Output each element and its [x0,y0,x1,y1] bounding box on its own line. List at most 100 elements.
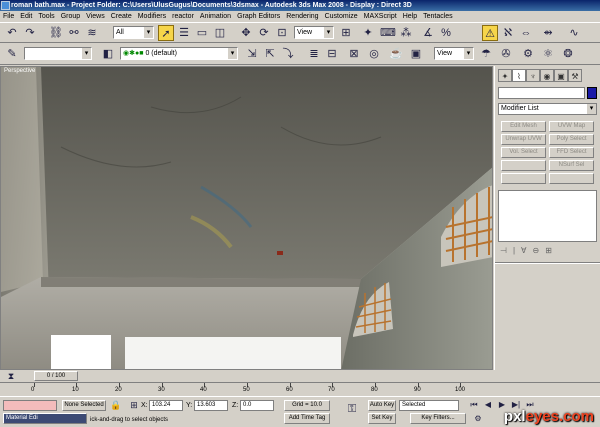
scale-icon[interactable]: ⊡ [274,25,290,41]
pin-stack-icon[interactable]: ⊣ [500,246,513,255]
menu-tools[interactable]: Tools [35,11,57,22]
modifier-stack[interactable] [498,190,597,242]
vol-select-button[interactable]: Vol. Select [501,147,546,158]
add-time-tag-button[interactable]: Add Time Tag [284,413,330,424]
menu-modifiers[interactable]: Modifiers [135,11,169,22]
spinner-snap-icon[interactable]: ⚠ [482,25,498,41]
configure-sets-icon[interactable]: ⊞ [545,246,558,255]
nsurf-sel-button[interactable]: NSurf Sel [549,160,594,171]
z-coordinate-field[interactable]: 0.0 [240,400,274,411]
redo-icon[interactable]: ↷ [22,25,38,41]
pivot-center-icon[interactable]: ⊞ [338,25,354,41]
absolute-mode-icon[interactable]: ⊞ [126,397,142,413]
menu-help[interactable]: Help [400,11,420,22]
remove-modifier-icon[interactable]: ⊖ [533,246,546,255]
quick-render-icon[interactable]: ☂ [478,46,494,62]
mirror-icon[interactable]: ⇔ [518,25,534,41]
graphite-icon-2[interactable]: ⊟ [324,46,340,62]
snap-toggle-icon[interactable]: ⁂ [398,25,414,41]
graphite-icon-1[interactable]: ≣ [306,46,322,62]
select-manipulate-icon[interactable]: ✦ [360,25,376,41]
abc-tool-icon[interactable]: ✎ [4,46,20,62]
named-selection-icon[interactable]: ℵ [500,25,516,41]
schematic-view-icon[interactable]: ⊠ [346,46,362,62]
material-editor-icon[interactable]: ◎ [366,46,382,62]
named-selection-dropdown[interactable] [24,47,92,60]
render-last-icon[interactable]: ✇ [498,46,514,62]
link-icon[interactable]: ⛓ [48,25,64,41]
key-filters-button[interactable]: Key Filters... [410,413,466,424]
select-object-icon[interactable]: ➚ [158,25,174,41]
angle-snap-icon[interactable]: ∡ [420,25,436,41]
window-crossing-icon[interactable]: ◫ [212,25,228,41]
timeline-track[interactable]: 0 10 20 30 40 50 60 70 80 90 100 [0,382,600,396]
select-in-layer-icon[interactable]: ⇱ [262,46,278,62]
display-tab-icon[interactable]: ▣ [554,69,568,82]
modifier-list-dropdown[interactable]: Modifier List [498,103,597,115]
material-editor-taskbar-tab[interactable]: Material Edi [3,413,87,424]
layer-manager-icon[interactable]: ◧ [100,46,116,62]
reference-coordinate-dropdown[interactable]: View [294,26,334,39]
modify-tab-icon[interactable]: ⌇ [512,69,526,82]
selection-filter-dropdown[interactable]: All [113,26,154,39]
x-coordinate-field[interactable]: 103.24 [149,400,183,411]
menu-edit[interactable]: Edit [17,11,35,22]
uvw-map-button[interactable]: UVW Map [549,121,594,132]
menu-create[interactable]: Create [108,11,135,22]
maxscript-listener-field[interactable] [3,400,57,411]
object-color-swatch[interactable] [587,87,597,99]
layer-dropdown[interactable]: ◉✱●■ 0 (default) [120,47,238,60]
percent-snap-icon[interactable]: % [438,25,454,41]
time-config-icon[interactable]: ⚙ [470,411,486,427]
menu-graph-editors[interactable]: Graph Editors [234,11,283,22]
menu-views[interactable]: Views [83,11,108,22]
keyboard-shortcut-icon[interactable]: ⌨ [380,25,396,41]
menu-group[interactable]: Group [58,11,83,22]
utilities-tab-icon[interactable]: ⚒ [568,69,582,82]
key-mode-dropdown[interactable]: Selected [399,400,459,411]
environment-icon[interactable]: ❂ [560,46,576,62]
menu-file[interactable]: File [0,11,17,22]
show-end-result-icon[interactable]: | [513,246,521,255]
set-key-button[interactable]: Set Key [368,413,396,424]
undo-icon[interactable]: ↶ [4,25,20,41]
render-setup-icon[interactable]: ☕ [388,46,404,62]
set-current-layer-icon[interactable]: ⤵ [280,46,296,62]
active-shade-icon[interactable]: ⚙ [520,46,536,62]
menu-reactor[interactable]: reactor [169,11,197,22]
perspective-viewport[interactable]: Perspective [0,66,493,370]
hierarchy-tab-icon[interactable]: ♆ [526,69,540,82]
menu-tentacles[interactable]: Tentacles [420,11,456,22]
unlink-icon[interactable]: ⚯ [66,25,82,41]
render-viewport-dropdown[interactable]: View [434,47,474,60]
menu-rendering[interactable]: Rendering [283,11,321,22]
object-name-field[interactable] [498,87,585,99]
time-slider[interactable]: 0 / 100 [34,371,78,381]
add-to-layer-icon[interactable]: ⇲ [244,46,260,62]
empty-modifier-button-1[interactable] [501,160,546,171]
render-production-icon[interactable]: ⚛ [540,46,556,62]
auto-key-button[interactable]: Auto Key [368,400,396,411]
bind-space-warp-icon[interactable]: ≋ [84,25,100,41]
create-tab-icon[interactable]: ✦ [498,69,512,82]
y-coordinate-field[interactable]: 13.603 [194,400,228,411]
empty-modifier-button-3[interactable] [549,173,594,184]
rectangular-selection-icon[interactable]: ▭ [194,25,210,41]
menu-maxscript[interactable]: MAXScript [361,11,400,22]
empty-modifier-button-2[interactable] [501,173,546,184]
select-by-name-icon[interactable]: ☰ [176,25,192,41]
align-icon[interactable]: ⇴ [540,25,556,41]
motion-tab-icon[interactable]: ◉ [540,69,554,82]
edit-mesh-button[interactable]: Edit Mesh [501,121,546,132]
curve-editor-icon[interactable]: ∿ [566,25,582,41]
unwrap-uvw-button[interactable]: Unwrap UVW [501,134,546,145]
make-unique-icon[interactable]: ∀ [521,246,532,255]
lock-selection-icon[interactable]: 🔒 [108,397,124,413]
ffd-select-button[interactable]: FFD Select [549,147,594,158]
rotate-icon[interactable]: ⟳ [256,25,272,41]
poly-select-button[interactable]: Poly Select [549,134,594,145]
menu-animation[interactable]: Animation [197,11,234,22]
menu-customize[interactable]: Customize [322,11,361,22]
move-icon[interactable]: ✥ [238,25,254,41]
key-icon[interactable]: ⚿ [344,401,360,417]
